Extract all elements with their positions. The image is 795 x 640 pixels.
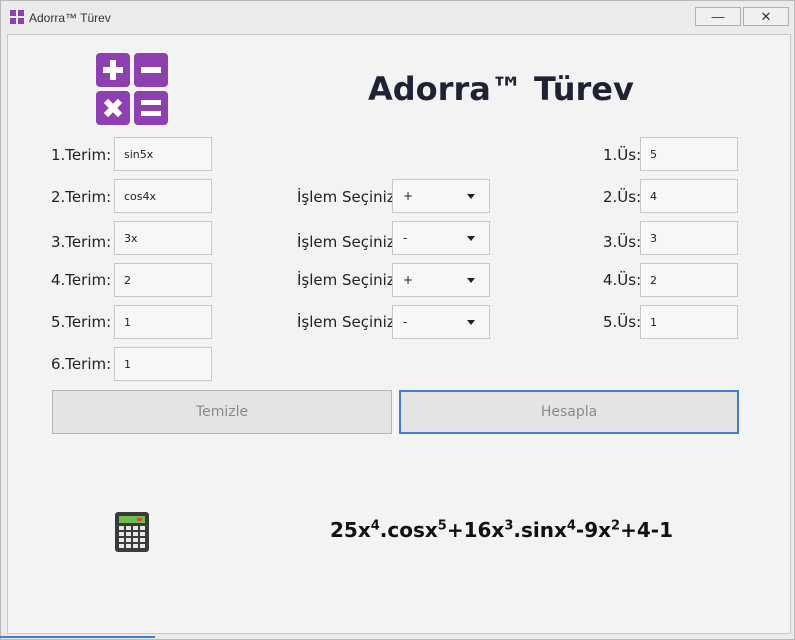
operation-3-select[interactable]: +: [392, 263, 490, 297]
operation-1-value: +: [403, 189, 414, 203]
result-part-5-exp: 2: [611, 518, 621, 534]
operation-2-value: -: [403, 231, 408, 245]
calculator-icon: [115, 512, 149, 552]
operation-2-select[interactable]: -: [392, 221, 490, 255]
close-button[interactable]: ✕: [743, 7, 789, 26]
result-part-3: +16x: [446, 518, 505, 542]
term-5-label: 5.Terim:: [51, 313, 112, 331]
exponent-4-input[interactable]: 2: [640, 263, 738, 297]
result-part-4-exp: 4: [566, 518, 576, 534]
exponent-2-input[interactable]: 4: [640, 179, 738, 213]
clear-button[interactable]: Temizle: [52, 390, 392, 434]
title-bar[interactable]: Adorra™ Türev — ✕: [1, 1, 794, 34]
term-2-input[interactable]: cos4x: [114, 179, 212, 213]
term-3-input[interactable]: 3x: [114, 221, 212, 255]
result-part-6: +4-1: [620, 518, 673, 542]
operation-1-label: İşlem Seçiniz:: [297, 188, 400, 206]
operation-4-value: -: [403, 315, 408, 329]
term-6-label: 6.Terim:: [51, 355, 112, 373]
chevron-down-icon: [467, 194, 475, 199]
app-icon: [10, 10, 24, 24]
operation-4-label: İşlem Seçiniz:: [297, 313, 400, 331]
term-6-input[interactable]: 1: [114, 347, 212, 381]
chevron-down-icon: [467, 236, 475, 241]
exponent-1-input[interactable]: 5: [640, 137, 738, 171]
exponent-2-label: 2.Üs:: [603, 188, 642, 206]
page-title: Adorra™ Türev: [368, 70, 634, 108]
close-icon: ✕: [760, 8, 772, 24]
chevron-down-icon: [467, 320, 475, 325]
term-4-input[interactable]: 2: [114, 263, 212, 297]
calculator-operators-icon: [96, 53, 168, 125]
exponent-3-input[interactable]: 3: [640, 221, 738, 255]
minimize-icon: —: [711, 9, 725, 24]
window-title: Adorra™ Türev: [29, 11, 111, 25]
operation-3-label: İşlem Seçiniz:: [297, 271, 400, 289]
chevron-down-icon: [467, 278, 475, 283]
result-part-5: -9x: [575, 518, 612, 542]
minimize-button[interactable]: —: [695, 7, 741, 26]
result-formula: 25x4.cosx5+16x3.sinx4-9x2+4-1: [330, 518, 673, 542]
exponent-5-label: 5.Üs:: [603, 313, 642, 331]
term-1-input[interactable]: sin5x: [114, 137, 212, 171]
term-5-input[interactable]: 1: [114, 305, 212, 339]
term-4-label: 4.Terim:: [51, 271, 112, 289]
result-part-1-exp: 4: [370, 518, 380, 534]
operation-4-select[interactable]: -: [392, 305, 490, 339]
term-1-label: 1.Terim:: [51, 146, 112, 164]
operation-2-label: İşlem Seçiniz:: [297, 233, 400, 251]
result-part-1: 25x: [330, 518, 371, 542]
exponent-1-label: 1.Üs:: [603, 146, 642, 164]
term-3-label: 3.Terim:: [51, 233, 112, 251]
exponent-5-input[interactable]: 1: [640, 305, 738, 339]
result-part-2: .cosx: [379, 518, 438, 542]
result-part-2-exp: 5: [437, 518, 447, 534]
exponent-4-label: 4.Üs:: [603, 271, 642, 289]
result-part-4: .sinx: [513, 518, 567, 542]
operation-3-value: +: [403, 273, 414, 287]
operation-1-select[interactable]: +: [392, 179, 490, 213]
exponent-3-label: 3.Üs:: [603, 233, 642, 251]
term-2-label: 2.Terim:: [51, 188, 112, 206]
focus-indicator: [0, 636, 155, 638]
calculate-button[interactable]: Hesapla: [399, 390, 739, 434]
